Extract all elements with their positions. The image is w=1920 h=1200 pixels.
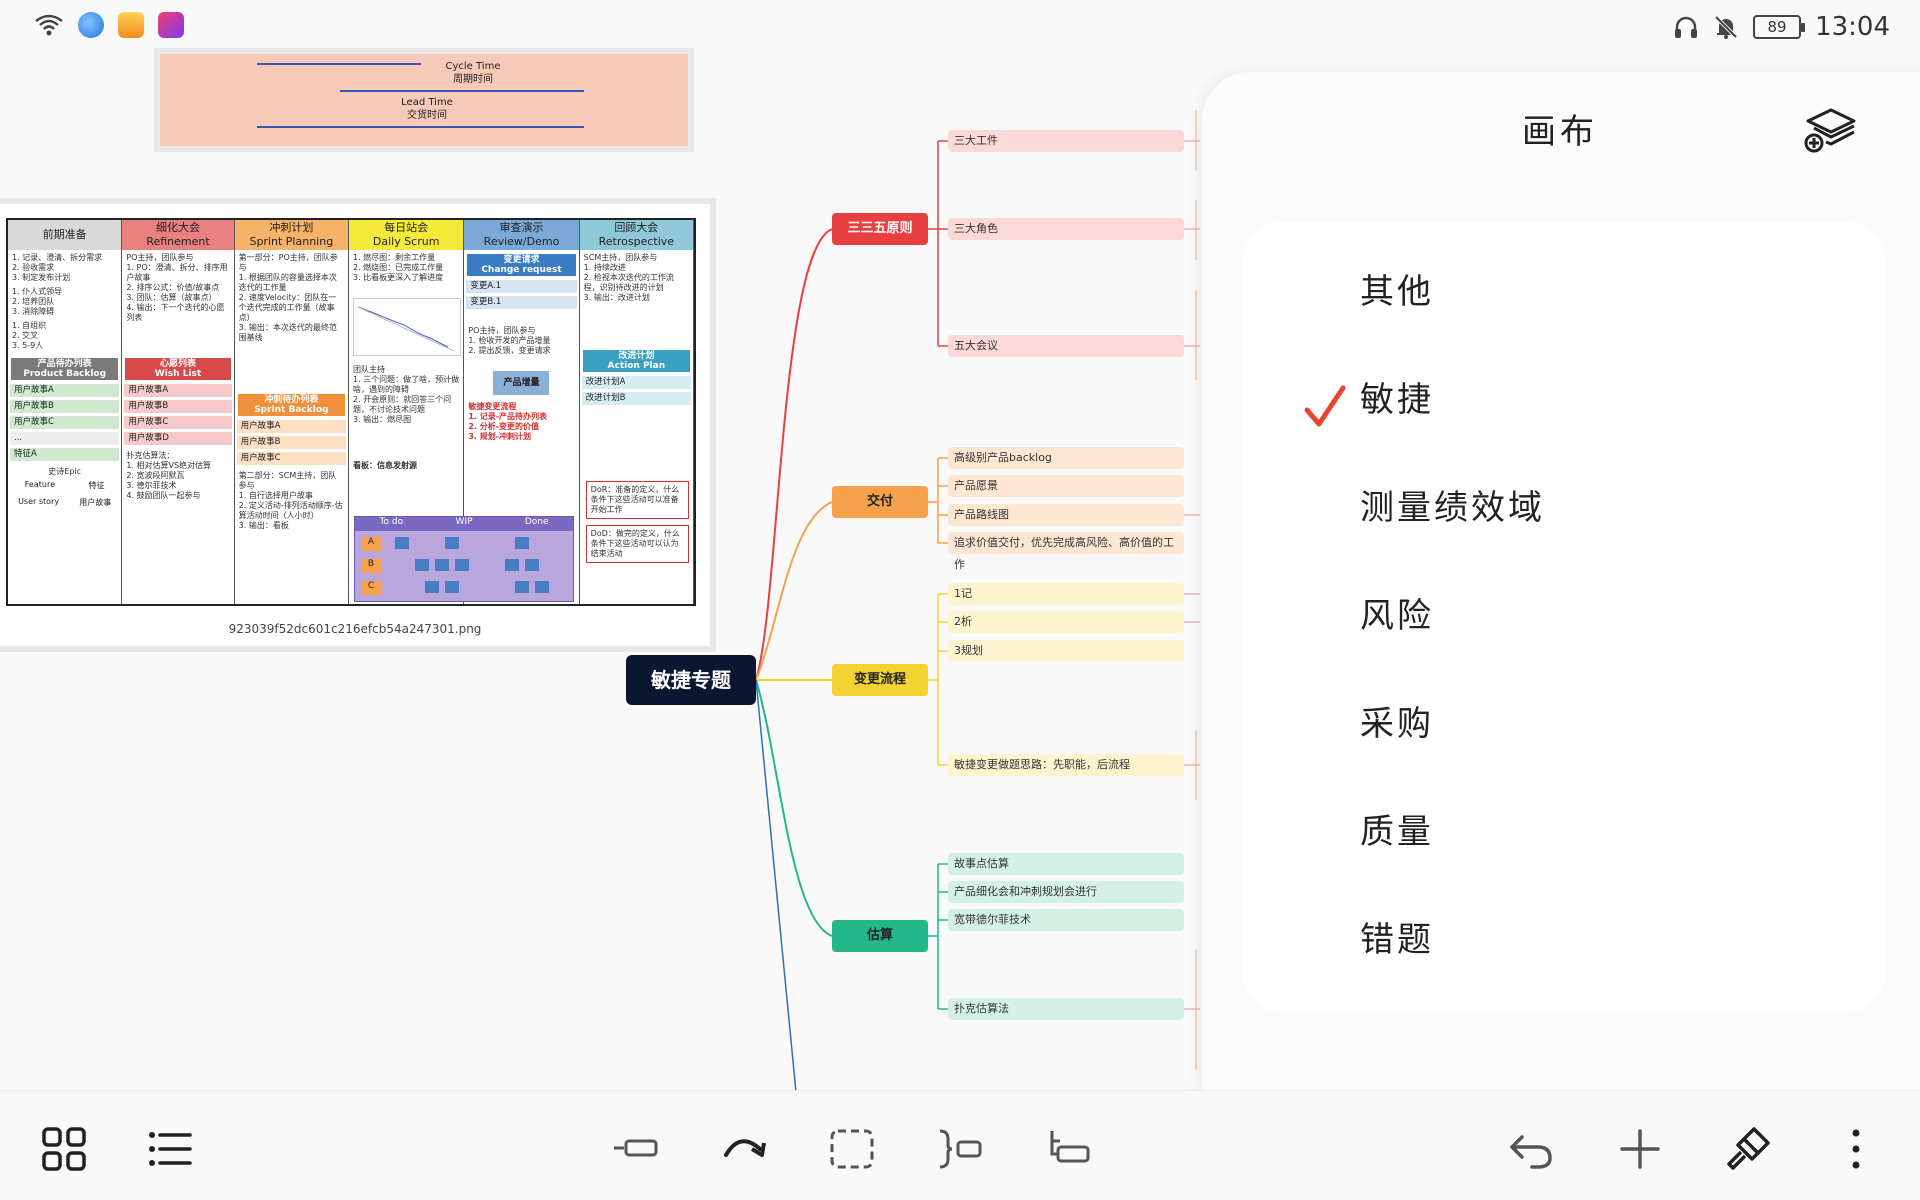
boundary-select-icon[interactable] (828, 1125, 876, 1173)
mindmap: 敏捷专题 三三五原则 三大工件 三大角色 五大会议 交付 高级别产品backlo… (0, 0, 1200, 1100)
check-icon (1304, 385, 1346, 427)
clock: 13:04 (1815, 12, 1890, 42)
more-vert-icon[interactable] (1832, 1125, 1880, 1173)
leaf-topic[interactable]: 2析 (948, 611, 1184, 633)
outline-list-icon[interactable] (146, 1125, 194, 1173)
screen: 89 13:04 Cycle Time 周期时间 Lead Time 交货时间 (0, 0, 1920, 1200)
layers-add-icon[interactable] (1804, 106, 1858, 154)
bottom-toolbar (0, 1090, 1920, 1200)
branch-topic[interactable]: 三三五原则 (832, 213, 928, 245)
leaf-topic[interactable]: 敏捷变更做题思路：先职能，后流程 (948, 754, 1184, 776)
format-brush-icon[interactable] (1724, 1125, 1772, 1173)
add-icon[interactable] (1616, 1125, 1664, 1173)
category-item-other[interactable]: 其他 (1360, 264, 1434, 313)
category-item-wrong-questions[interactable]: 错题 (1360, 912, 1434, 961)
leaf-topic[interactable]: 扑克估算法 (948, 998, 1184, 1020)
category-item-risk[interactable]: 风险 (1360, 588, 1434, 637)
insert-child-topic-icon[interactable] (1044, 1125, 1092, 1173)
category-item-quality[interactable]: 质量 (1360, 804, 1434, 853)
leaf-topic[interactable]: 故事点估算 (948, 853, 1184, 875)
branch-topic[interactable]: 估算 (832, 920, 928, 952)
category-item-procurement[interactable]: 采购 (1360, 696, 1434, 745)
leaf-topic[interactable]: 五大会议 (948, 335, 1184, 357)
category-item-measurement[interactable]: 测量绩效域 (1360, 480, 1545, 529)
panel-title: 画布 (1522, 112, 1598, 152)
leaf-topic[interactable]: 高级别产品backlog (948, 447, 1184, 469)
battery-level: 89 (1767, 18, 1787, 36)
status-bar-right: 89 13:04 (1673, 12, 1890, 42)
branch-topic[interactable]: 变更流程 (832, 664, 928, 696)
canvas-category-panel: 画布 其他 敏捷 测量绩效域 风险 采购 质量 错题 (1202, 72, 1920, 1092)
category-item-agile[interactable]: 敏捷 (1360, 372, 1434, 421)
leaf-topic[interactable]: 1记 (948, 583, 1184, 605)
leaf-topic[interactable]: 产品路线图 (948, 504, 1184, 526)
leaf-topic[interactable]: 产品愿景 (948, 475, 1184, 497)
category-list: 其他 敏捷 测量绩效域 风险 采购 质量 错题 (1242, 222, 1886, 1012)
headphones-icon (1675, 16, 1698, 38)
leaf-topic[interactable]: 三大角色 (948, 218, 1184, 240)
grid-view-icon[interactable] (40, 1125, 88, 1173)
summary-bracket-icon[interactable] (936, 1125, 984, 1173)
leaf-topic[interactable]: 宽带德尔菲技术 (948, 909, 1184, 931)
branch-topic[interactable]: 交付 (832, 486, 928, 518)
undo-icon[interactable] (1508, 1125, 1556, 1173)
leaf-topic[interactable]: 3规划 (948, 640, 1184, 662)
battery-icon: 89 (1753, 15, 1806, 39)
leaf-topic[interactable]: 产品细化会和冲刺规划会进行 (948, 881, 1184, 903)
relationship-arrow-icon[interactable] (720, 1125, 768, 1173)
root-topic[interactable]: 敏捷专题 (626, 655, 756, 705)
leaf-topic[interactable]: 三大工件 (948, 130, 1184, 152)
leaf-topic[interactable]: 追求价值交付，优先完成高风险、高价值的工作 (948, 532, 1184, 571)
insert-sibling-topic-icon[interactable] (612, 1125, 660, 1173)
mute-bell-icon (1714, 15, 1738, 39)
